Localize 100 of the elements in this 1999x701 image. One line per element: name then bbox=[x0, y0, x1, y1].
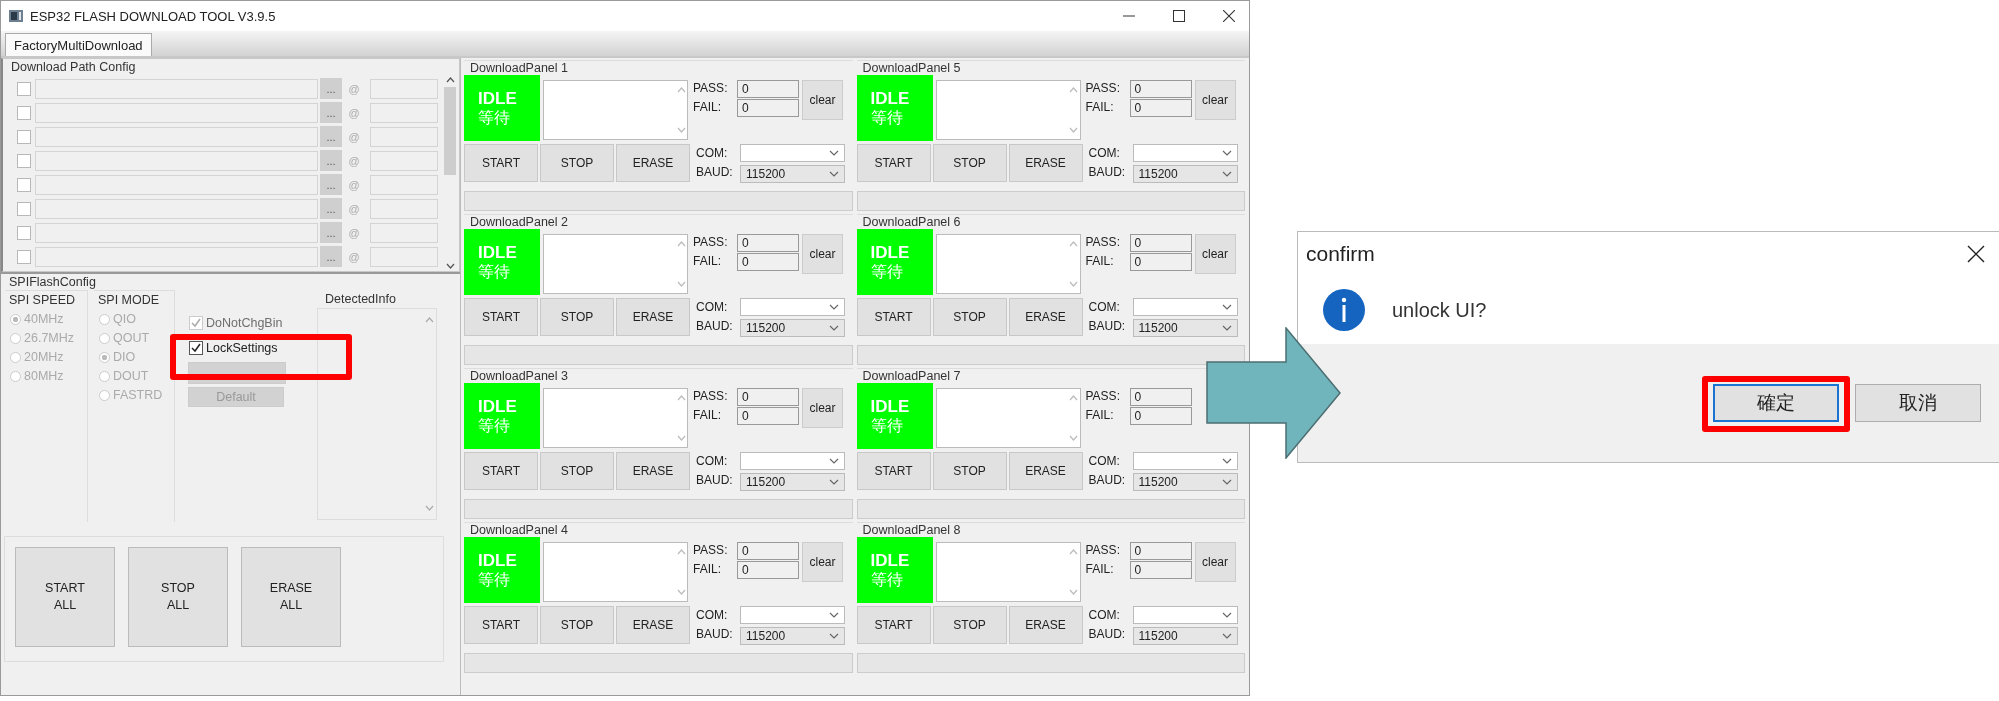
address-field[interactable] bbox=[370, 102, 438, 123]
dialog-button[interactable]: 取消 bbox=[1855, 384, 1981, 422]
panel-button[interactable]: ERASE bbox=[1008, 452, 1083, 490]
panel-button[interactable]: ERASE bbox=[616, 144, 690, 182]
panel-button[interactable]: START bbox=[856, 144, 931, 182]
all-button[interactable]: START ALL bbox=[15, 547, 115, 647]
com-select[interactable] bbox=[1132, 452, 1238, 470]
panel-button[interactable]: START bbox=[464, 606, 538, 644]
chevron-up-icon bbox=[1069, 241, 1078, 247]
clear-button[interactable]: clear bbox=[802, 80, 843, 120]
panel-button[interactable]: START bbox=[464, 298, 538, 336]
baud-select[interactable]: 115200 bbox=[740, 319, 845, 337]
path-field[interactable] bbox=[35, 246, 318, 267]
baud-select[interactable]: 115200 bbox=[1132, 627, 1238, 645]
log-area[interactable] bbox=[543, 388, 688, 448]
checkbox[interactable] bbox=[17, 153, 31, 168]
com-select[interactable] bbox=[1132, 144, 1238, 162]
com-select[interactable] bbox=[740, 606, 845, 624]
tab[interactable]: FactoryMultiDownload bbox=[5, 33, 152, 56]
panel-button[interactable]: ERASE bbox=[616, 452, 690, 490]
clear-button[interactable]: clear bbox=[1194, 80, 1236, 120]
com-select[interactable] bbox=[740, 144, 845, 162]
panel-button[interactable]: ERASE bbox=[616, 606, 690, 644]
com-select[interactable] bbox=[1132, 606, 1238, 624]
address-field[interactable] bbox=[370, 174, 438, 195]
panel-button[interactable]: START bbox=[856, 298, 931, 336]
panel-button[interactable]: START bbox=[856, 452, 931, 490]
checkbox-option[interactable]: LockSettings bbox=[185, 341, 278, 355]
clear-button[interactable]: clear bbox=[802, 542, 843, 582]
baud-select[interactable]: 115200 bbox=[740, 627, 845, 645]
checkbox[interactable] bbox=[17, 249, 31, 264]
clear-button[interactable]: clear bbox=[802, 234, 843, 274]
path-field[interactable] bbox=[35, 102, 318, 123]
close-icon[interactable] bbox=[1223, 10, 1235, 22]
panel-button[interactable]: STOP bbox=[932, 298, 1007, 336]
browse-button[interactable]: ... bbox=[320, 174, 342, 195]
com-select[interactable] bbox=[740, 298, 845, 316]
path-field[interactable] bbox=[35, 174, 318, 195]
browse-button[interactable]: ... bbox=[320, 198, 342, 219]
panel-button[interactable]: STOP bbox=[932, 606, 1007, 644]
dialog-button[interactable]: 確定 bbox=[1713, 384, 1839, 422]
path-field[interactable] bbox=[35, 198, 318, 219]
checkbox[interactable] bbox=[17, 177, 31, 192]
address-field[interactable] bbox=[370, 78, 438, 99]
baud-select[interactable]: 115200 bbox=[740, 473, 845, 491]
checkbox[interactable] bbox=[17, 105, 31, 120]
panel-button[interactable]: STOP bbox=[540, 452, 614, 490]
log-area[interactable] bbox=[543, 80, 688, 140]
address-field[interactable] bbox=[370, 246, 438, 267]
browse-button[interactable]: ... bbox=[320, 222, 342, 243]
checkbox[interactable] bbox=[17, 225, 31, 240]
panel-button[interactable]: STOP bbox=[540, 298, 614, 336]
baud-select[interactable]: 115200 bbox=[1132, 319, 1238, 337]
panel-button[interactable]: START bbox=[464, 144, 538, 182]
path-field[interactable] bbox=[35, 150, 318, 171]
panel-title: DownloadPanel 6 bbox=[861, 215, 962, 229]
panel-button[interactable]: ERASE bbox=[1008, 606, 1083, 644]
all-button[interactable]: ERASE ALL bbox=[241, 547, 341, 647]
panel-button[interactable]: STOP bbox=[932, 452, 1007, 490]
browse-button[interactable]: ... bbox=[320, 102, 342, 123]
panel-button[interactable]: ERASE bbox=[1008, 144, 1083, 182]
log-area[interactable] bbox=[935, 80, 1081, 140]
address-field[interactable] bbox=[370, 222, 438, 243]
address-field[interactable] bbox=[370, 150, 438, 171]
panel-button[interactable]: STOP bbox=[540, 606, 614, 644]
scroll-thumb[interactable] bbox=[444, 87, 456, 175]
log-area[interactable] bbox=[543, 542, 688, 602]
baud-select[interactable]: 115200 bbox=[740, 165, 845, 183]
browse-button[interactable]: ... bbox=[320, 78, 342, 99]
log-area[interactable] bbox=[543, 234, 688, 294]
panel-button[interactable]: ERASE bbox=[1008, 298, 1083, 336]
panel-button[interactable]: STOP bbox=[540, 144, 614, 182]
browse-button[interactable]: ... bbox=[320, 126, 342, 147]
panel-button[interactable]: START bbox=[856, 606, 931, 644]
clear-button[interactable]: clear bbox=[1194, 234, 1236, 274]
maximize-icon[interactable] bbox=[1173, 10, 1185, 22]
close-icon[interactable] bbox=[1967, 245, 1985, 263]
browse-button[interactable]: ... bbox=[320, 150, 342, 171]
address-field[interactable] bbox=[370, 198, 438, 219]
com-select[interactable] bbox=[740, 452, 845, 470]
browse-button[interactable]: ... bbox=[320, 246, 342, 267]
all-button[interactable]: STOP ALL bbox=[128, 547, 228, 647]
log-area[interactable] bbox=[935, 388, 1081, 448]
address-field[interactable] bbox=[370, 126, 438, 147]
baud-select[interactable]: 115200 bbox=[1132, 165, 1238, 183]
baud-select[interactable]: 115200 bbox=[1132, 473, 1238, 491]
panel-button[interactable]: START bbox=[464, 452, 538, 490]
com-select[interactable] bbox=[1132, 298, 1238, 316]
log-area[interactable] bbox=[935, 542, 1081, 602]
checkbox[interactable] bbox=[17, 81, 31, 96]
path-field[interactable] bbox=[35, 78, 318, 99]
checkbox[interactable] bbox=[17, 129, 31, 144]
panel-button[interactable]: STOP bbox=[932, 144, 1007, 182]
panel-button[interactable]: ERASE bbox=[616, 298, 690, 336]
path-field[interactable] bbox=[35, 222, 318, 243]
path-field[interactable] bbox=[35, 126, 318, 147]
checkbox[interactable] bbox=[17, 201, 31, 216]
log-area[interactable] bbox=[935, 234, 1081, 294]
clear-button[interactable]: clear bbox=[1194, 542, 1236, 582]
clear-button[interactable]: clear bbox=[802, 388, 843, 428]
